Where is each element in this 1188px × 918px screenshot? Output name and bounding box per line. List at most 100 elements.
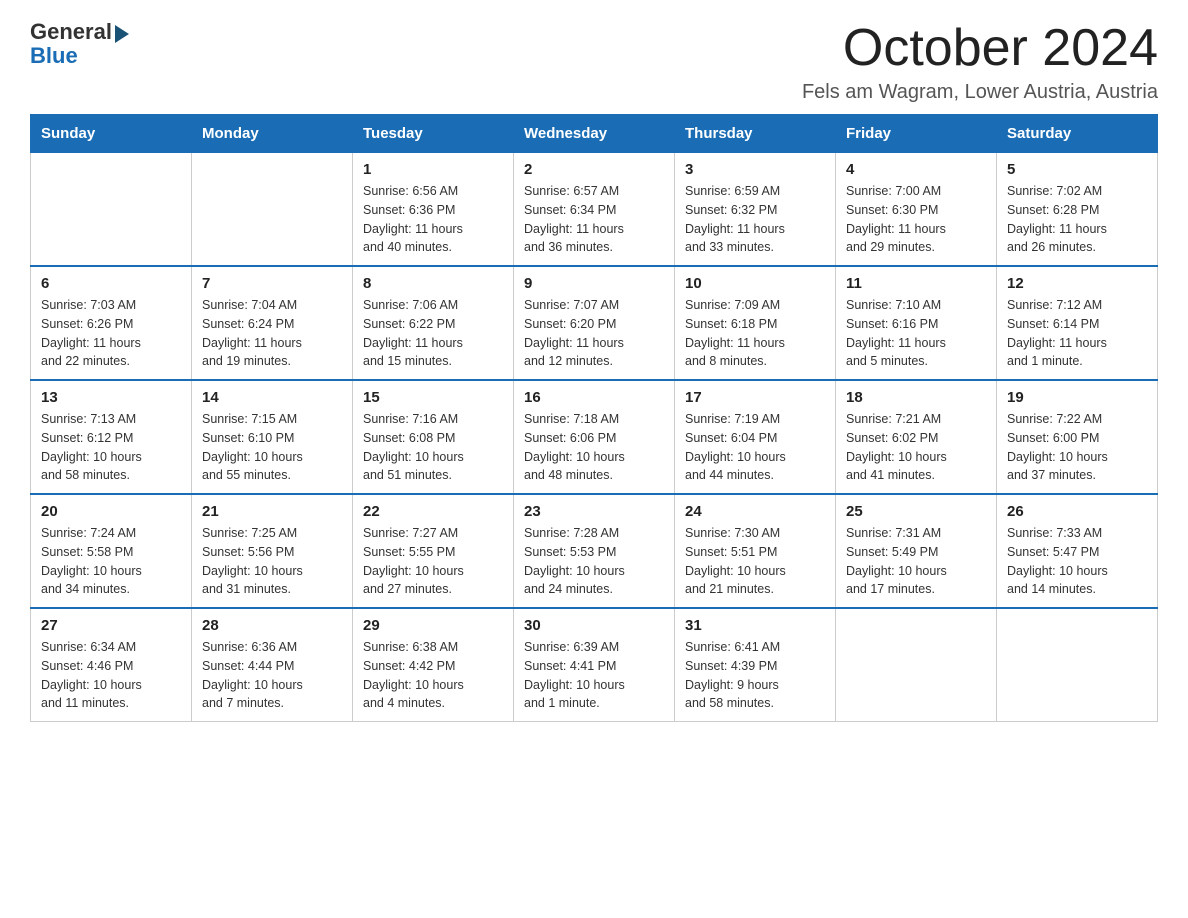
day-info: Sunrise: 7:15 AM Sunset: 6:10 PM Dayligh… [202, 410, 342, 485]
header-day-wednesday: Wednesday [514, 115, 675, 153]
day-info: Sunrise: 6:59 AM Sunset: 6:32 PM Dayligh… [685, 182, 825, 257]
logo-blue-text: Blue [30, 43, 78, 68]
day-number: 4 [846, 161, 986, 178]
day-number: 31 [685, 617, 825, 634]
day-number: 18 [846, 389, 986, 406]
day-info: Sunrise: 7:16 AM Sunset: 6:08 PM Dayligh… [363, 410, 503, 485]
header-row: SundayMondayTuesdayWednesdayThursdayFrid… [31, 115, 1158, 153]
day-number: 13 [41, 389, 181, 406]
day-number: 15 [363, 389, 503, 406]
day-cell: 8 Sunrise: 7:06 AM Sunset: 6:22 PM Daylig… [353, 266, 514, 380]
day-info: Sunrise: 7:03 AM Sunset: 6:26 PM Dayligh… [41, 296, 181, 371]
calendar-body: 1 Sunrise: 6:56 AM Sunset: 6:36 PM Daylig… [31, 153, 1158, 722]
logo: General Blue [30, 20, 129, 68]
day-cell [31, 153, 192, 267]
day-number: 5 [1007, 161, 1147, 178]
day-cell: 6 Sunrise: 7:03 AM Sunset: 6:26 PM Daylig… [31, 266, 192, 380]
day-number: 17 [685, 389, 825, 406]
header-day-friday: Friday [836, 115, 997, 153]
day-info: Sunrise: 7:27 AM Sunset: 5:55 PM Dayligh… [363, 524, 503, 599]
day-cell: 15 Sunrise: 7:16 AM Sunset: 6:08 PM Dayli… [353, 380, 514, 494]
day-number: 12 [1007, 275, 1147, 292]
day-cell: 7 Sunrise: 7:04 AM Sunset: 6:24 PM Daylig… [192, 266, 353, 380]
day-cell [192, 153, 353, 267]
day-number: 25 [846, 503, 986, 520]
day-number: 16 [524, 389, 664, 406]
logo-arrow-icon [115, 25, 129, 43]
day-number: 9 [524, 275, 664, 292]
day-info: Sunrise: 6:57 AM Sunset: 6:34 PM Dayligh… [524, 182, 664, 257]
day-cell: 12 Sunrise: 7:12 AM Sunset: 6:14 PM Dayli… [997, 266, 1158, 380]
day-cell: 4 Sunrise: 7:00 AM Sunset: 6:30 PM Daylig… [836, 153, 997, 267]
month-title: October 2024 [802, 20, 1158, 77]
day-info: Sunrise: 6:39 AM Sunset: 4:41 PM Dayligh… [524, 638, 664, 713]
day-number: 14 [202, 389, 342, 406]
day-info: Sunrise: 6:36 AM Sunset: 4:44 PM Dayligh… [202, 638, 342, 713]
day-number: 22 [363, 503, 503, 520]
day-info: Sunrise: 7:07 AM Sunset: 6:20 PM Dayligh… [524, 296, 664, 371]
day-cell: 1 Sunrise: 6:56 AM Sunset: 6:36 PM Daylig… [353, 153, 514, 267]
header-day-monday: Monday [192, 115, 353, 153]
day-info: Sunrise: 6:56 AM Sunset: 6:36 PM Dayligh… [363, 182, 503, 257]
day-info: Sunrise: 7:12 AM Sunset: 6:14 PM Dayligh… [1007, 296, 1147, 371]
day-cell: 28Sunrise: 6:36 AM Sunset: 4:44 PM Dayli… [192, 608, 353, 722]
day-info: Sunrise: 7:18 AM Sunset: 6:06 PM Dayligh… [524, 410, 664, 485]
day-number: 11 [846, 275, 986, 292]
week-row-1: 1 Sunrise: 6:56 AM Sunset: 6:36 PM Daylig… [31, 153, 1158, 267]
day-info: Sunrise: 7:19 AM Sunset: 6:04 PM Dayligh… [685, 410, 825, 485]
day-info: Sunrise: 6:34 AM Sunset: 4:46 PM Dayligh… [41, 638, 181, 713]
day-cell: 20 Sunrise: 7:24 AM Sunset: 5:58 PM Dayli… [31, 494, 192, 608]
day-info: Sunrise: 7:22 AM Sunset: 6:00 PM Dayligh… [1007, 410, 1147, 485]
calendar-table: SundayMondayTuesdayWednesdayThursdayFrid… [30, 114, 1158, 722]
header-day-tuesday: Tuesday [353, 115, 514, 153]
day-cell: 29Sunrise: 6:38 AM Sunset: 4:42 PM Dayli… [353, 608, 514, 722]
day-number: 21 [202, 503, 342, 520]
week-row-4: 20 Sunrise: 7:24 AM Sunset: 5:58 PM Dayli… [31, 494, 1158, 608]
week-row-3: 13 Sunrise: 7:13 AM Sunset: 6:12 PM Dayli… [31, 380, 1158, 494]
day-info: Sunrise: 7:06 AM Sunset: 6:22 PM Dayligh… [363, 296, 503, 371]
day-cell: 5 Sunrise: 7:02 AM Sunset: 6:28 PM Daylig… [997, 153, 1158, 267]
day-info: Sunrise: 6:41 AM Sunset: 4:39 PM Dayligh… [685, 638, 825, 713]
day-cell: 31 Sunrise: 6:41 AM Sunset: 4:39 PM Dayli… [675, 608, 836, 722]
day-info: Sunrise: 7:02 AM Sunset: 6:28 PM Dayligh… [1007, 182, 1147, 257]
day-cell: 11 Sunrise: 7:10 AM Sunset: 6:16 PM Dayli… [836, 266, 997, 380]
day-cell: 23Sunrise: 7:28 AM Sunset: 5:53 PM Dayli… [514, 494, 675, 608]
day-info: Sunrise: 7:33 AM Sunset: 5:47 PM Dayligh… [1007, 524, 1147, 599]
header-day-thursday: Thursday [675, 115, 836, 153]
day-number: 19 [1007, 389, 1147, 406]
day-info: Sunrise: 7:30 AM Sunset: 5:51 PM Dayligh… [685, 524, 825, 599]
day-number: 23 [524, 503, 664, 520]
day-cell: 10Sunrise: 7:09 AM Sunset: 6:18 PM Dayli… [675, 266, 836, 380]
day-cell: 24Sunrise: 7:30 AM Sunset: 5:51 PM Dayli… [675, 494, 836, 608]
day-number: 8 [363, 275, 503, 292]
day-number: 6 [41, 275, 181, 292]
day-info: Sunrise: 7:04 AM Sunset: 6:24 PM Dayligh… [202, 296, 342, 371]
day-info: Sunrise: 7:10 AM Sunset: 6:16 PM Dayligh… [846, 296, 986, 371]
day-number: 20 [41, 503, 181, 520]
day-number: 7 [202, 275, 342, 292]
day-number: 3 [685, 161, 825, 178]
day-cell: 2 Sunrise: 6:57 AM Sunset: 6:34 PM Daylig… [514, 153, 675, 267]
day-number: 27 [41, 617, 181, 634]
day-cell: 21Sunrise: 7:25 AM Sunset: 5:56 PM Dayli… [192, 494, 353, 608]
day-number: 30 [524, 617, 664, 634]
day-cell: 25Sunrise: 7:31 AM Sunset: 5:49 PM Dayli… [836, 494, 997, 608]
day-info: Sunrise: 7:00 AM Sunset: 6:30 PM Dayligh… [846, 182, 986, 257]
day-number: 1 [363, 161, 503, 178]
logo-general-text: General [30, 20, 112, 44]
day-info: Sunrise: 7:13 AM Sunset: 6:12 PM Dayligh… [41, 410, 181, 485]
day-number: 26 [1007, 503, 1147, 520]
page-header: General Blue October 2024 Fels am Wagram… [30, 20, 1158, 104]
day-number: 29 [363, 617, 503, 634]
day-number: 2 [524, 161, 664, 178]
day-cell: 16 Sunrise: 7:18 AM Sunset: 6:06 PM Dayli… [514, 380, 675, 494]
day-info: Sunrise: 7:09 AM Sunset: 6:18 PM Dayligh… [685, 296, 825, 371]
day-info: Sunrise: 7:24 AM Sunset: 5:58 PM Dayligh… [41, 524, 181, 599]
header-day-saturday: Saturday [997, 115, 1158, 153]
day-cell: 14 Sunrise: 7:15 AM Sunset: 6:10 PM Dayli… [192, 380, 353, 494]
day-cell: 9 Sunrise: 7:07 AM Sunset: 6:20 PM Daylig… [514, 266, 675, 380]
day-cell: 17 Sunrise: 7:19 AM Sunset: 6:04 PM Dayli… [675, 380, 836, 494]
calendar-header: SundayMondayTuesdayWednesdayThursdayFrid… [31, 115, 1158, 153]
title-block: October 2024 Fels am Wagram, Lower Austr… [802, 20, 1158, 104]
day-cell: 27 Sunrise: 6:34 AM Sunset: 4:46 PM Dayli… [31, 608, 192, 722]
